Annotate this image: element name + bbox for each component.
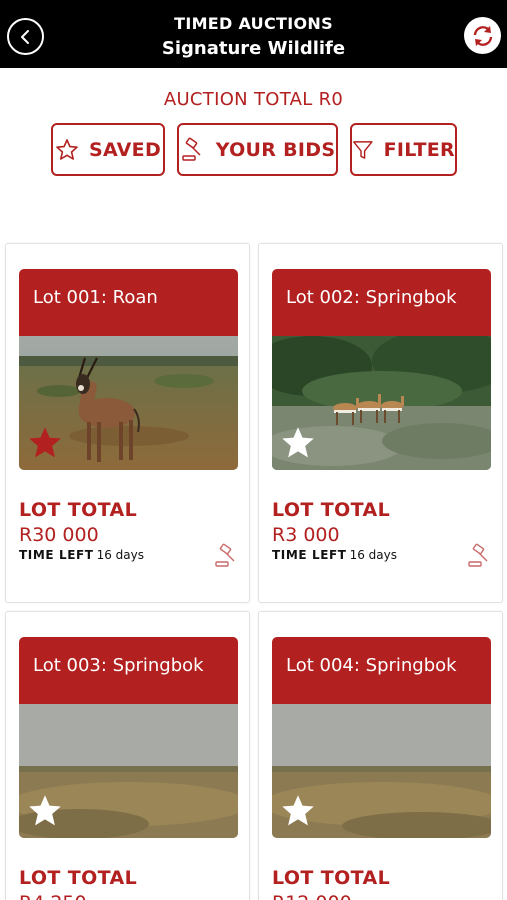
page-subtitle: Signature Wildlife <box>161 38 346 59</box>
lot-total-value: R3 000 <box>272 524 340 546</box>
lot-image-springbok[interactable] <box>272 336 491 470</box>
lot-total-label: LOT TOTAL <box>272 499 391 521</box>
filter-button[interactable]: FILTER <box>350 123 457 176</box>
lot-title: Lot 001: Roan <box>19 269 238 336</box>
lot-card[interactable]: Lot 004: Springbok LOT TOTAL R12 000 <box>258 611 503 900</box>
page-title: TIMED AUCTIONS <box>174 14 333 33</box>
lot-card[interactable]: Lot 002: Springbok LOT TOTAL R3 000 TIME… <box>258 243 503 603</box>
star-outline-icon <box>56 138 78 160</box>
lot-image-roan[interactable] <box>19 336 238 470</box>
top-bar: TIMED AUCTIONS Signature Wildlife <box>0 0 507 68</box>
star-outline-icon[interactable] <box>280 425 316 461</box>
lot-card[interactable]: Lot 003: Springbok LOT TOTAL R4 250 <box>5 611 250 900</box>
star-outline-icon[interactable] <box>27 793 63 829</box>
refresh-button[interactable] <box>464 17 501 54</box>
time-left-label: TIME LEFT <box>272 548 347 562</box>
header-titles: TIMED AUCTIONS Signature Wildlife <box>90 13 417 63</box>
back-button[interactable] <box>7 18 44 55</box>
chevron-left-icon <box>20 29 29 44</box>
gavel-icon[interactable] <box>466 543 492 569</box>
time-left: TIME LEFT 16 days <box>272 547 397 563</box>
lot-image-springbok[interactable] <box>19 704 238 838</box>
lot-total-value: R4 250 <box>19 891 87 900</box>
filter-icon <box>353 140 373 159</box>
lot-total-value: R30 000 <box>19 524 99 546</box>
lot-title: Lot 004: Springbok <box>272 637 491 704</box>
time-left-value: 16 days <box>349 548 398 562</box>
auction-total: AUCTION TOTAL R0 <box>163 89 344 110</box>
time-left-label: TIME LEFT <box>19 548 94 562</box>
star-filled-icon[interactable] <box>27 425 63 461</box>
lot-total-label: LOT TOTAL <box>272 867 391 889</box>
your-bids-button[interactable]: YOUR BIDS <box>177 123 338 176</box>
gavel-icon <box>181 137 201 161</box>
gavel-icon[interactable] <box>213 543 239 569</box>
lot-total-label: LOT TOTAL <box>19 499 138 521</box>
saved-label: SAVED <box>88 138 162 161</box>
filter-label: FILTER <box>383 138 455 161</box>
time-left: TIME LEFT 16 days <box>19 547 144 563</box>
lot-total-label: LOT TOTAL <box>19 867 138 889</box>
lot-image-springbok[interactable] <box>272 704 491 838</box>
lot-title: Lot 003: Springbok <box>19 637 238 704</box>
refresh-icon <box>473 25 492 46</box>
time-left-value: 16 days <box>96 548 145 562</box>
lot-card[interactable]: Lot 001: Roan LOT TOTAL R30 000 TIME LEF… <box>5 243 250 603</box>
lot-total-value: R12 000 <box>272 891 352 900</box>
saved-button[interactable]: SAVED <box>51 123 165 176</box>
lot-title: Lot 002: Springbok <box>272 269 491 336</box>
your-bids-label: YOUR BIDS <box>215 138 336 161</box>
star-outline-icon[interactable] <box>280 793 316 829</box>
